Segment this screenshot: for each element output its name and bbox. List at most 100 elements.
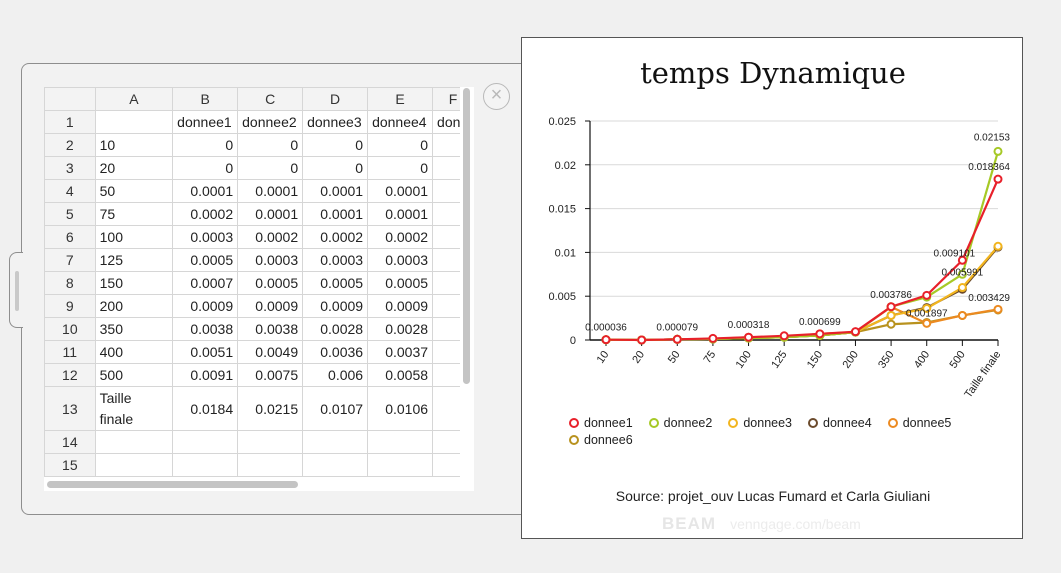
cell-a[interactable]: Taille finale — [94, 386, 174, 431]
cell[interactable] — [302, 430, 369, 454]
cell[interactable]: donnee4 — [367, 110, 434, 134]
cell[interactable] — [237, 453, 304, 477]
cell-a[interactable] — [94, 430, 174, 454]
cell[interactable]: 0.0009 — [302, 294, 369, 318]
cell[interactable]: 0.0005 — [237, 271, 304, 295]
cell[interactable]: 0.0005 — [172, 248, 239, 272]
row-header[interactable]: 7 — [44, 248, 96, 272]
table-row[interactable]: 114000.00510.00490.00360.00370 — [44, 340, 474, 364]
cell-a[interactable]: 75 — [94, 202, 174, 226]
cell[interactable]: 0.006 — [302, 363, 369, 387]
cell[interactable] — [172, 453, 239, 477]
table-row[interactable]: 4500.00010.00010.00010.00010 — [44, 179, 474, 203]
cell[interactable]: 0.0106 — [367, 386, 434, 431]
cell[interactable]: 0.0028 — [302, 317, 369, 341]
column-header-e[interactable]: E — [367, 87, 434, 111]
cell[interactable] — [302, 453, 369, 477]
cell[interactable]: 0.0028 — [367, 317, 434, 341]
cell-a[interactable]: 150 — [94, 271, 174, 295]
cell[interactable]: 0.0037 — [367, 340, 434, 364]
cell[interactable]: 0.0007 — [172, 271, 239, 295]
cell[interactable]: 0.0075 — [237, 363, 304, 387]
row-header[interactable]: 12 — [44, 363, 96, 387]
legend-item[interactable]: donnee2 — [648, 416, 712, 430]
column-header-c[interactable]: C — [237, 87, 304, 111]
cell-a[interactable]: 50 — [94, 179, 174, 203]
column-header-a[interactable]: A — [94, 87, 174, 111]
cell[interactable]: 0.0002 — [172, 202, 239, 226]
cell[interactable]: 0 — [172, 156, 239, 180]
cell[interactable]: 0.0001 — [237, 179, 304, 203]
cell-a[interactable]: 125 — [94, 248, 174, 272]
cell[interactable]: 0.0107 — [302, 386, 369, 431]
cell[interactable]: 0 — [237, 156, 304, 180]
column-header-b[interactable]: B — [172, 87, 239, 111]
spreadsheet-table[interactable]: A B C D E F 1 donnee1 donnee2 donnee3 donnee… — [44, 87, 474, 477]
cell[interactable]: 0.0051 — [172, 340, 239, 364]
row-header[interactable]: 10 — [44, 317, 96, 341]
table-row[interactable]: 71250.00050.00030.00030.00030 — [44, 248, 474, 272]
cell[interactable]: 0.0002 — [302, 225, 369, 249]
row-header[interactable]: 4 — [44, 179, 96, 203]
row-header[interactable]: 2 — [44, 133, 96, 157]
cell[interactable]: 0.0002 — [237, 225, 304, 249]
legend-item[interactable]: donnee3 — [728, 416, 792, 430]
cell[interactable]: 0.0003 — [302, 248, 369, 272]
table-row[interactable]: 61000.00030.00020.00020.00020 — [44, 225, 474, 249]
cell[interactable]: 0.0049 — [237, 340, 304, 364]
legend-item[interactable]: donnee4 — [808, 416, 872, 430]
cell[interactable]: 0 — [302, 156, 369, 180]
cell[interactable]: 0 — [237, 133, 304, 157]
cell[interactable]: 0.0002 — [367, 225, 434, 249]
cell[interactable]: 0.0091 — [172, 363, 239, 387]
table-row[interactable]: 103500.00380.00380.00280.00280 — [44, 317, 474, 341]
row-header[interactable]: 5 — [44, 202, 96, 226]
row-header[interactable]: 14 — [44, 430, 96, 454]
horizontal-scrollbar[interactable] — [47, 481, 298, 488]
cell[interactable]: 0.0003 — [237, 248, 304, 272]
cell[interactable]: 0.0005 — [367, 271, 434, 295]
cell[interactable]: donnee2 — [237, 110, 304, 134]
table-row[interactable]: 81500.00070.00050.00050.00050 — [44, 271, 474, 295]
table-row[interactable]: 1 donnee1 donnee2 donnee3 donnee4 don — [44, 110, 474, 134]
cell[interactable]: 0.0009 — [237, 294, 304, 318]
spreadsheet-grid[interactable]: A B C D E F 1 donnee1 donnee2 donnee3 donnee… — [44, 87, 474, 491]
row-header[interactable]: 1 — [44, 110, 96, 134]
table-row[interactable]: 125000.00910.00750.0060.00580 — [44, 363, 474, 387]
cell[interactable]: 0 — [367, 133, 434, 157]
panel-drag-handle[interactable] — [9, 252, 23, 328]
legend-item[interactable]: donnee5 — [887, 416, 951, 430]
table-row[interactable]: 14 — [44, 430, 474, 454]
cell[interactable]: 0.0003 — [367, 248, 434, 272]
table-row[interactable]: 21000000 — [44, 133, 474, 157]
cell[interactable]: 0.0215 — [237, 386, 304, 431]
cell[interactable]: 0.0001 — [302, 179, 369, 203]
cell[interactable]: 0.0001 — [367, 179, 434, 203]
cell[interactable]: donnee1 — [172, 110, 239, 134]
cell[interactable]: 0 — [172, 133, 239, 157]
table-row[interactable]: 32000000 — [44, 156, 474, 180]
cell[interactable]: 0.0003 — [172, 225, 239, 249]
row-header[interactable]: 3 — [44, 156, 96, 180]
cell[interactable]: 0.0038 — [172, 317, 239, 341]
cell[interactable]: 0 — [367, 156, 434, 180]
cell-a[interactable] — [94, 453, 174, 477]
cell-a[interactable]: 400 — [94, 340, 174, 364]
row-header[interactable]: 13 — [44, 386, 96, 431]
cell[interactable] — [237, 430, 304, 454]
cell[interactable] — [172, 430, 239, 454]
table-row[interactable]: 13Taille finale0.01840.02150.01070.01060 — [44, 386, 474, 431]
cell[interactable] — [367, 430, 434, 454]
table-row[interactable]: 92000.00090.00090.00090.00090 — [44, 294, 474, 318]
cell[interactable]: 0.0001 — [367, 202, 434, 226]
cell-a[interactable] — [94, 110, 174, 134]
cell[interactable]: donnee3 — [302, 110, 369, 134]
row-header[interactable]: 8 — [44, 271, 96, 295]
vertical-scrollbar[interactable] — [463, 88, 470, 384]
row-header[interactable]: 9 — [44, 294, 96, 318]
cell-a[interactable]: 200 — [94, 294, 174, 318]
cell[interactable]: 0.0058 — [367, 363, 434, 387]
cell-a[interactable]: 20 — [94, 156, 174, 180]
cell[interactable]: 0 — [302, 133, 369, 157]
cell[interactable]: 0.0184 — [172, 386, 239, 431]
